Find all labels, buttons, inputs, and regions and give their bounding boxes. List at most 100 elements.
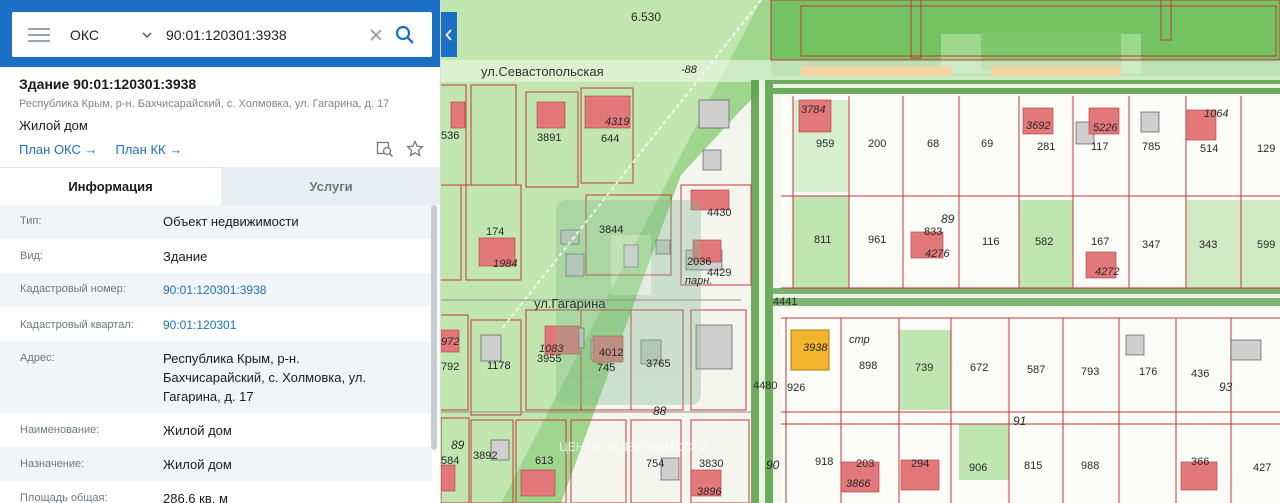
star-icon[interactable] [406,139,424,158]
map-label: 3866 [846,478,871,490]
info-label: Кадастровый квартал: [20,319,134,331]
tab-services[interactable]: Услуги [221,167,440,205]
object-header: Здание 90:01:120301:3938 Республика Крым… [0,67,440,158]
map-label: 4441 [773,296,798,308]
map-label: 3830 [699,458,724,470]
map-label: 1178 [487,360,511,372]
search-box: ОКС [12,12,432,57]
map-label: 3784 [801,104,826,116]
map-label: 815 [1024,460,1043,472]
map-label: 3896 [697,486,722,498]
search-bar: ОКС [0,0,440,67]
menu-icon[interactable] [28,27,50,42]
map-label: 281 [1037,141,1056,153]
map-label: 1984 [493,258,518,270]
info-row-address: Адрес: Республика Крым, р-н. Бахчисарайс… [0,341,432,413]
chevron-down-icon[interactable] [142,30,152,40]
map-label: -88 [681,64,697,76]
info-row-cadastral-number: Кадастровый номер: 90:01:120301:3938 [0,273,432,307]
map-label: 833 [924,226,943,238]
street-label: ул.Севастопольская [481,64,604,79]
plan-kk-link[interactable]: План КК → [116,142,183,157]
map-label: 4319 [605,116,630,128]
close-icon[interactable] [368,27,384,43]
map-label: 926 [787,382,806,394]
map-label: 972 [441,336,460,348]
info-label: Адрес: [20,352,55,364]
map-label: 745 [597,362,616,374]
map-label: 587 [1027,364,1046,376]
map-label: 88 [653,404,667,418]
info-value: Жилой дом [163,457,232,472]
info-value: Жилой дом [163,423,232,438]
cadastral-quarter-link[interactable]: 90:01:120301 [163,316,236,335]
search-icon[interactable] [394,24,416,46]
info-label: Площадь общая: [20,492,108,503]
map-label: 91 [1013,414,1027,428]
object-type: Жилой дом [19,118,88,133]
map-label: 167 [1091,236,1110,248]
object-address: Республика Крым, р-н. Бахчисарайский, с.… [19,98,390,110]
map-label: стр [849,334,870,346]
header-actions [376,139,424,158]
map-label: 294 [911,458,930,470]
map-label: 5226 [1093,122,1118,134]
map-label: 4272 [1095,266,1120,278]
map-label: 174 [486,226,505,238]
map-label: 117 [1091,141,1109,153]
map-label: 3692 [1026,120,1051,132]
info-row-name: Наименование: Жилой дом [0,413,432,447]
map-label: 898 [859,360,878,372]
map-label: 3765 [646,358,671,370]
plan-links: План ОКС → План КК → [19,139,424,158]
map-label: 4430 [707,207,732,219]
map-label: 3892 [473,450,498,462]
info-value: Объект недвижимости [163,214,299,229]
map-label: 89 [451,438,465,452]
address-line: Гагарина, д. 17 [163,389,254,404]
info-value: 286.6 кв. м [163,491,228,503]
info-panel: ОКС Здание 90:01:120301:3938 Республика … [0,0,441,503]
tab-info[interactable]: Информация [0,167,221,205]
page-title: Здание 90:01:120301:3938 [19,76,197,92]
map-label: 89 [941,212,955,226]
map-label: 4480 [753,380,778,392]
info-label: Тип: [20,215,42,227]
map-label: 582 [1035,236,1054,248]
collapse-panel-button[interactable] [441,12,457,57]
map-label: 599 [1257,239,1276,251]
map-label: 4276 [925,248,950,260]
search-input[interactable] [166,26,366,43]
info-table: Тип: Объект недвижимости Вид: Здание Кад… [0,205,440,503]
map-label: 3891 [537,132,562,144]
info-label: Наименование: [20,424,100,436]
map-label: парн. [685,275,713,287]
map-label: 961 [868,234,887,246]
cadastral-map[interactable]: 6.530 ул.Севастопольская -88 536 3891 43… [441,0,1280,503]
map-label: 90 [766,458,780,472]
address-line: Бахчисарайский, с. Холмовка, ул. [163,370,367,385]
info-label: Вид: [20,250,43,262]
info-row-type: Тип: Объект недвижимости [0,205,432,239]
zoom-to-object-icon[interactable] [376,140,394,158]
map-label: 366 [1191,456,1210,468]
cadastral-number-link[interactable]: 90:01:120301:3938 [163,281,266,300]
map-label: 584 [441,455,460,467]
map-label: 793 [1081,366,1100,378]
watermark-text: ЦЕНТР НЕДВИЖИМОСТИ [559,440,708,454]
plan-oks-link[interactable]: План ОКС → [19,142,98,157]
map-label: 792 [441,361,460,373]
map-label: 918 [815,456,834,468]
map-label: 116 [982,236,1000,248]
map-label: 959 [816,138,835,150]
map-label: 203 [856,458,875,470]
info-value: Республика Крым, р-н. Бахчисарайский, с.… [163,349,366,406]
map-label: 785 [1142,141,1161,153]
map-label: 347 [1142,239,1161,251]
info-label: Кадастровый номер: [20,283,126,295]
info-row-purpose: Назначение: Жилой дом [0,447,432,481]
map-label: 536 [441,130,460,142]
search-type-select[interactable]: ОКС [70,27,130,43]
map-label: 69 [981,138,994,150]
scrollbar[interactable] [431,205,437,450]
